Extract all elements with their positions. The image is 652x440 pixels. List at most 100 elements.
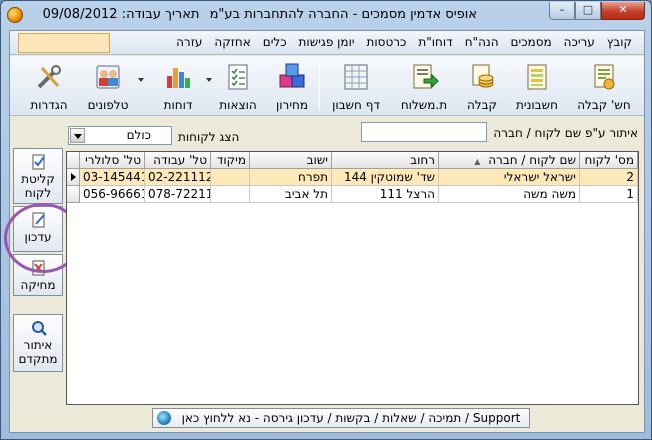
col-header-street[interactable]: רחוב: [332, 152, 439, 169]
edit-customer-icon: [32, 212, 45, 228]
menu-accounting[interactable]: הנה"ח: [459, 34, 505, 51]
menu-help[interactable]: עזרה: [170, 34, 208, 51]
advanced-search-icon: [32, 321, 47, 336]
toolbar-receipt-button[interactable]: קבלה: [458, 58, 506, 114]
col-header-customer-no[interactable]: מס' לקוח: [580, 152, 638, 169]
toolbar-reports-button[interactable]: דוחות: [152, 58, 204, 114]
cell-zip[interactable]: [211, 186, 250, 203]
cell-customer-name[interactable]: משה משה: [439, 186, 580, 203]
search-label: איתור ע"פ שם לקוח / חברה: [493, 126, 638, 140]
toolbar-expenses-label: הוצאות: [219, 98, 257, 112]
cell-mobile-phone[interactable]: 03-1454412: [80, 169, 145, 186]
receipt-coins-icon: [472, 64, 494, 88]
cell-customer-no[interactable]: 2: [580, 169, 638, 186]
delete-customer-label: מחיקה: [20, 278, 56, 292]
window-controls: – □ ✕: [549, 2, 645, 20]
toolbar-separator: [319, 62, 320, 110]
toolbar-phones-button[interactable]: טלפונים: [80, 58, 136, 114]
support-text: Support / תמיכה / שאלות / בקשות / עדכון …: [181, 411, 521, 425]
cell-street[interactable]: שד' שמוטקין 144: [332, 169, 439, 186]
col-header-work-phone[interactable]: טל' עבודה: [145, 152, 211, 169]
menu-file[interactable]: קובץ: [601, 34, 638, 51]
cell-street[interactable]: הרצל 111: [332, 186, 439, 203]
invoice-receipt-icon: [594, 64, 615, 90]
cell-city[interactable]: תפרח: [250, 169, 332, 186]
menu-calendar[interactable]: יומן פגישות: [293, 34, 361, 51]
delete-customer-button[interactable]: מחיקה: [13, 254, 63, 296]
title-bar[interactable]: אופיס אדמין מסמכים - החברה להתחברות בע"מ…: [1, 1, 651, 29]
add-customer-button[interactable]: קליטת לקוח: [13, 148, 63, 204]
toolbar-invoice-button[interactable]: חשבונית: [508, 58, 566, 114]
row-indicator: [67, 186, 80, 203]
add-customer-label: קליטת לקוח: [21, 172, 55, 200]
show-customers-label: הצג לקוחות: [178, 130, 240, 144]
toolbar-settings-button[interactable]: הגדרות: [20, 58, 78, 114]
expenses-checklist-icon: [228, 64, 248, 90]
show-customers-select[interactable]: כולם: [68, 126, 172, 145]
toolbar-account-sheet-button[interactable]: דף חשבון: [323, 58, 389, 114]
support-button[interactable]: Support / תמיכה / שאלות / בקשות / עדכון …: [152, 408, 530, 428]
menu-list: קובץ עריכה מסמכים הנה"ח דוחו"ת כרטסות יו…: [170, 34, 638, 51]
toolbar-phones-label: טלפונים: [87, 98, 129, 112]
window-title-text: אופיס אדמין מסמכים - החברה להתחברות בע"מ: [209, 7, 477, 22]
reports-chart-icon: [167, 68, 190, 88]
phones-dropdown-arrow[interactable]: [138, 78, 144, 82]
col-header-mobile-phone[interactable]: טל' סלולרי: [80, 152, 145, 169]
show-customers-value: כולם: [126, 128, 151, 142]
menu-edit[interactable]: עריכה: [558, 34, 601, 51]
menu-documents[interactable]: מסמכים: [505, 34, 558, 51]
menu-maintenance[interactable]: אחזקה: [208, 34, 256, 51]
chevron-down-icon[interactable]: [70, 128, 85, 143]
cell-work-phone[interactable]: 02-2211124: [145, 169, 211, 186]
toolbar-settings-label: הגדרות: [30, 98, 68, 112]
cell-customer-name[interactable]: ישראל ישראלי: [439, 169, 580, 186]
maximize-button[interactable]: □: [575, 2, 601, 20]
table-row[interactable]: 1 משה משה הרצל 111 תל אביב 078-7221122 0…: [67, 186, 638, 203]
reports-dropdown-arrow[interactable]: [206, 78, 212, 82]
client-area: קובץ עריכה מסמכים הנה"ח דוחו"ת כרטסות יו…: [4, 30, 645, 433]
menu-ledgers[interactable]: כרטסות: [361, 34, 413, 51]
close-button[interactable]: ✕: [601, 2, 645, 20]
toolbar-reports-label: דוחות: [163, 98, 193, 112]
menu-quick-box[interactable]: [18, 33, 110, 53]
cell-zip[interactable]: [211, 169, 250, 186]
cell-customer-no[interactable]: 1: [580, 186, 638, 203]
cell-city[interactable]: תל אביב: [250, 186, 332, 203]
app-window: אופיס אדמין מסמכים - החברה להתחברות בע"מ…: [0, 0, 652, 440]
toolbar-invoice-receipt-button[interactable]: חש' קבלה: [568, 58, 640, 114]
toolbar-account-sheet-label: דף חשבון: [332, 98, 380, 112]
cell-mobile-phone[interactable]: 056-9666123: [80, 186, 145, 203]
work-date-label: תאריך עבודה:: [121, 7, 200, 22]
toolbar-delivery-note-button[interactable]: ת.משלוח: [393, 58, 455, 114]
menu-reports[interactable]: דוחו"ת: [412, 34, 458, 51]
menu-tools[interactable]: כלים: [257, 34, 293, 51]
app-logo-icon[interactable]: [7, 7, 23, 23]
cell-work-phone[interactable]: 078-7221122: [145, 186, 211, 203]
toolbar-invoice-label: חשבונית: [516, 98, 558, 112]
delivery-note-icon: [413, 64, 439, 89]
toolbar-invoice-receipt-label: חש' קבלה: [577, 98, 631, 112]
globe-icon: [157, 411, 171, 425]
table-row[interactable]: 2 ישראל ישראלי שד' שמוטקין 144 תפרח 02-2…: [67, 169, 638, 186]
minimize-button[interactable]: –: [549, 2, 575, 20]
current-row-indicator: [67, 169, 80, 186]
add-customer-icon: [32, 154, 45, 170]
sort-arrow-icon: ▲: [474, 157, 481, 166]
account-sheet-icon: [344, 64, 368, 90]
customer-search-input[interactable]: [361, 122, 487, 142]
phonebook-people-icon: [96, 65, 120, 89]
col-header-customer-name[interactable]: שם לקוח / חברה ▲: [439, 152, 580, 169]
edit-customer-button[interactable]: עדכון: [13, 206, 63, 252]
menu-bar: קובץ עריכה מסמכים הנה"ח דוחו"ת כרטסות יו…: [10, 31, 644, 55]
col-header-customer-name-text: שם לקוח / חברה: [488, 153, 576, 167]
filter-bar: איתור ע"פ שם לקוח / חברה הצג לקוחות כולם: [10, 117, 644, 147]
col-header-city[interactable]: ישוב: [250, 152, 332, 169]
advanced-search-button[interactable]: איתור מתקדם: [13, 314, 63, 372]
work-date-value: 09/08/2012: [42, 7, 118, 22]
customers-grid[interactable]: מס' לקוח שם לקוח / חברה ▲ רחוב ישוב מיקו…: [66, 151, 639, 405]
col-header-zip[interactable]: מיקוד: [211, 152, 250, 169]
toolbar-price-list-button[interactable]: מחירון: [266, 58, 318, 114]
window-title: אופיס אדמין מסמכים - החברה להתחברות בע"מ…: [27, 7, 477, 22]
toolbar-receipt-label: קבלה: [466, 98, 498, 112]
toolbar-expenses-button[interactable]: הוצאות: [212, 58, 264, 114]
